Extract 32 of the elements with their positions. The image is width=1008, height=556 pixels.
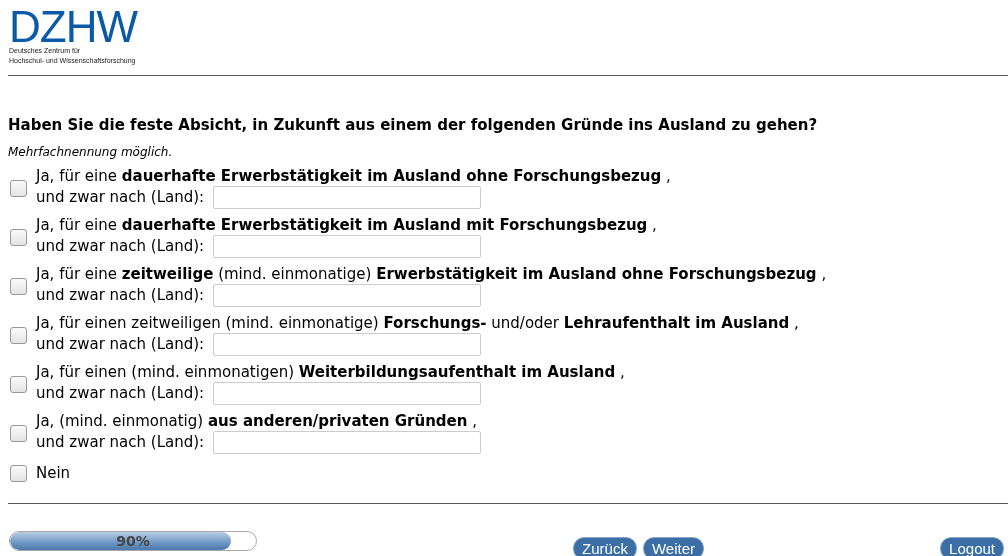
country-input-field[interactable] [213,284,482,307]
country-input-field[interactable] [213,186,482,209]
checkbox[interactable] [10,424,27,442]
nav-button[interactable]: Zurück [573,537,637,556]
progress-reading: 90% [116,531,150,550]
option-sublabel: und zwar nach (Land): [36,188,205,207]
country-input-field[interactable] [213,235,482,258]
option-label: Ja, für eine dauerhafte Erwerbstätigkeit im Ausland mit Forschungsbezug , [36,216,657,235]
option-sublabel: und zwar nach (Land): [36,433,205,452]
checkbox[interactable] [10,228,27,246]
country-input-field[interactable] [213,333,482,356]
option-label: Nein [36,464,71,483]
option-label: Ja, (mind. einmonatig) aus anderen/privaten Gründen , [36,412,478,431]
option-label: Ja, für einen zeitweiligen (mind. einmonatige) Forschungs- und/oder Lehraufenthalt im Ausland , [36,314,799,333]
option-sublabel: und zwar nach (Land): [36,237,205,256]
checkbox[interactable] [10,465,27,482]
country-input-field[interactable] [213,382,482,405]
option-label: Ja, für einen (mind. einmonatigen) Weiterbildungsaufenthalt im Ausland , [36,363,625,382]
checkbox[interactable] [10,375,27,393]
checkbox[interactable] [10,326,27,344]
option-sublabel: und zwar nach (Land): [36,335,205,354]
option-label: Ja, für eine zeitweilige (mind. einmonatige) Erwerbstätigkeit im Ausland ohne Forschungsbezug , [36,265,827,284]
nav-button[interactable]: Weiter [642,537,704,556]
question-hint: Mehrfachnennung möglich. [8,144,174,160]
checkbox[interactable] [10,277,27,295]
checkbox[interactable] [10,179,27,197]
option-label: Ja, für eine dauerhafte Erwerbstätigkeit im Ausland ohne Forschungsbezug , [36,167,671,186]
logo-wordmark: DZHW [9,8,137,46]
country-input-field[interactable] [213,431,482,454]
option-sublabel: und zwar nach (Land): [36,384,205,403]
question-title: Haben Sie die feste Absicht, in Zukunft aus einem der folgenden Gründe ins Ausland zu gehen? [8,115,819,135]
option-sublabel: und zwar nach (Land): [36,286,205,305]
